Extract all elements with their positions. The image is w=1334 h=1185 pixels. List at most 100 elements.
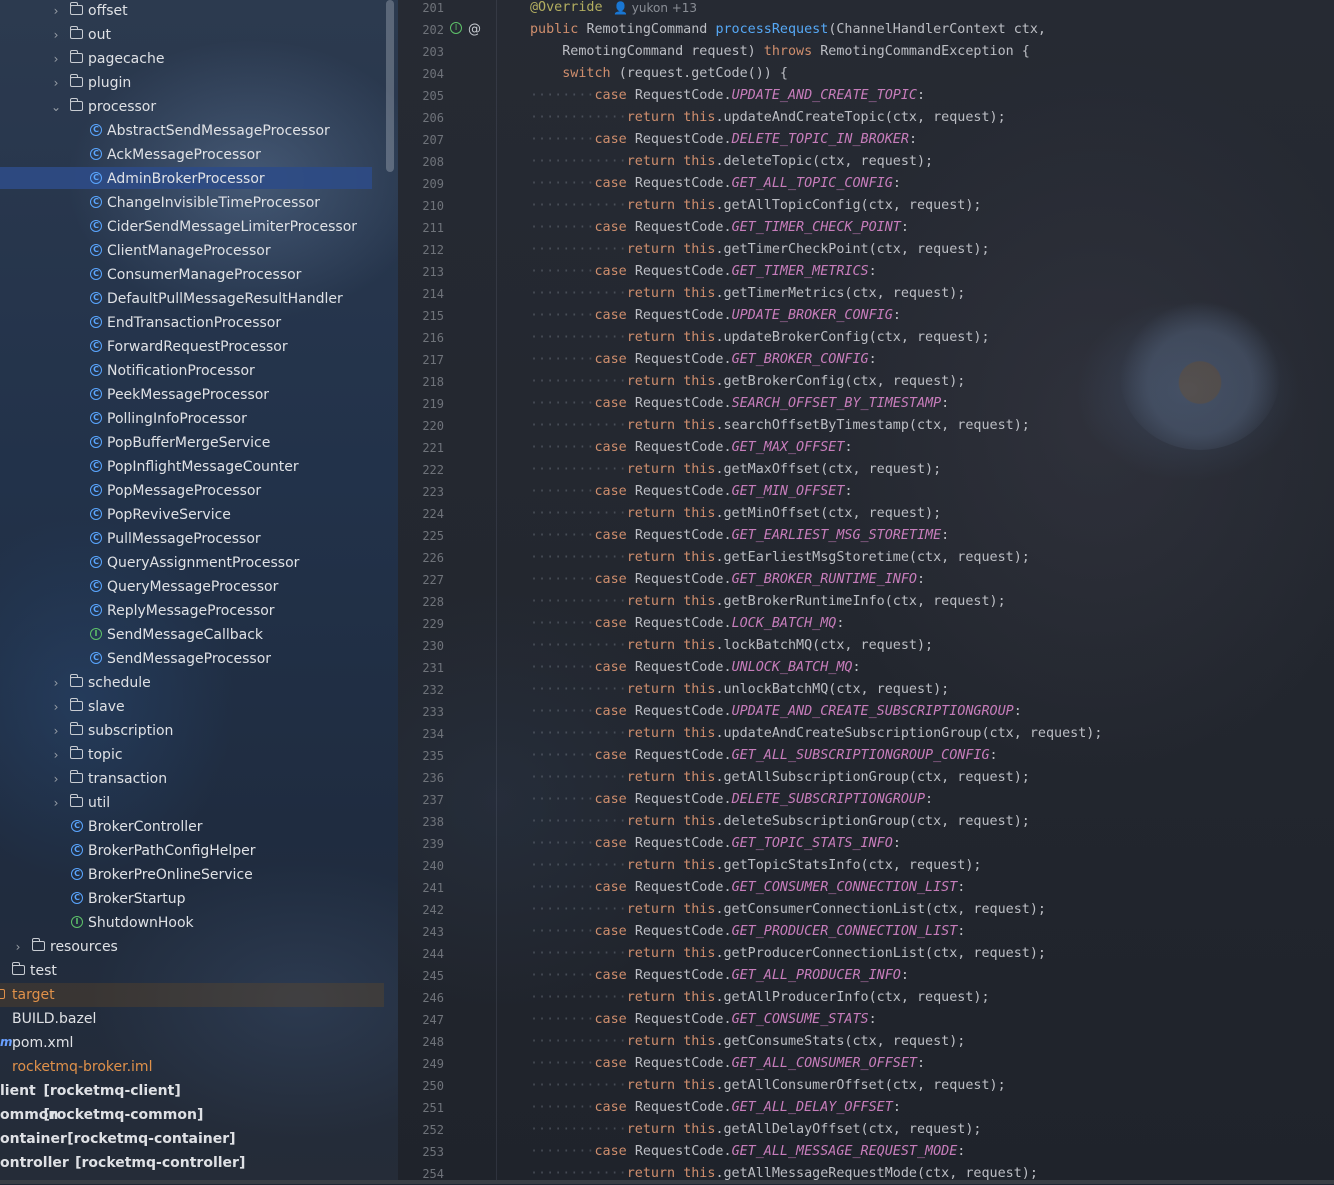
line-number[interactable]: 242	[398, 899, 444, 921]
tree-item-transaction[interactable]: › transaction	[0, 767, 384, 791]
line-number[interactable]: 207	[398, 129, 444, 151]
code-line[interactable]: 219 ········case RequestCode.SEARCH_OFFSE…	[398, 393, 1334, 415]
tree-item-pagecache[interactable]: › pagecache	[0, 47, 384, 71]
code-line[interactable]: 242 ············return this.getConsumerCo…	[398, 899, 1334, 921]
tree-item-consumermanageprocessor[interactable]: C ConsumerManageProcessor	[0, 263, 384, 287]
line-number[interactable]: 226	[398, 547, 444, 569]
line-number[interactable]: 214	[398, 283, 444, 305]
chevron-right-icon[interactable]: ›	[50, 743, 62, 767]
tree-item-popinflightmessagecounter[interactable]: C PopInflightMessageCounter	[0, 455, 384, 479]
implements-method-icon[interactable]: I	[450, 22, 462, 34]
code-line[interactable]: 250 ············return this.getAllConsume…	[398, 1075, 1334, 1097]
tree-item-popbuffermergeservice[interactable]: C PopBufferMergeService	[0, 431, 384, 455]
tree-item-lient[interactable]: lient [rocketmq-client]	[0, 1079, 384, 1103]
tree-item-defaultpullmessageresulthandler[interactable]: C DefaultPullMessageResultHandler	[0, 287, 384, 311]
line-number[interactable]: 251	[398, 1097, 444, 1119]
line-number[interactable]: 204	[398, 63, 444, 85]
tree-item-notificationprocessor[interactable]: C NotificationProcessor	[0, 359, 384, 383]
code-line[interactable]: 227 ········case RequestCode.GET_BROKER_R…	[398, 569, 1334, 591]
tree-item-pom-xml[interactable]: m pom.xml	[0, 1031, 384, 1055]
author-hint[interactable]: 👤 yukon +13	[613, 0, 697, 19]
line-number[interactable]: 247	[398, 1009, 444, 1031]
line-number[interactable]: 216	[398, 327, 444, 349]
line-number[interactable]: 220	[398, 415, 444, 437]
code-line[interactable]: 238 ············return this.deleteSubscri…	[398, 811, 1334, 833]
line-number[interactable]: 244	[398, 943, 444, 965]
line-number[interactable]: 213	[398, 261, 444, 283]
chevron-right-icon[interactable]: ›	[50, 695, 62, 719]
line-number[interactable]: 241	[398, 877, 444, 899]
code-line[interactable]: 243 ········case RequestCode.GET_PRODUCER…	[398, 921, 1334, 943]
tree-item-pullmessageprocessor[interactable]: C PullMessageProcessor	[0, 527, 384, 551]
line-number[interactable]: 211	[398, 217, 444, 239]
code-line[interactable]: 221 ········case RequestCode.GET_MAX_OFFS…	[398, 437, 1334, 459]
tree-item-pollinginfoprocessor[interactable]: C PollingInfoProcessor	[0, 407, 384, 431]
tree-item-adminbrokerprocessor[interactable]: C AdminBrokerProcessor	[0, 167, 384, 191]
line-number[interactable]: 232	[398, 679, 444, 701]
code-line[interactable]: 249 ········case RequestCode.GET_ALL_CONS…	[398, 1053, 1334, 1075]
tree-item-subscription[interactable]: › subscription	[0, 719, 384, 743]
code-line[interactable]: 234 ············return this.updateAndCrea…	[398, 723, 1334, 745]
line-number[interactable]: 227	[398, 569, 444, 591]
line-number[interactable]: 233	[398, 701, 444, 723]
tree-item-abstractsendmessageprocessor[interactable]: C AbstractSendMessageProcessor	[0, 119, 384, 143]
line-number[interactable]: 221	[398, 437, 444, 459]
tree-item-replymessageprocessor[interactable]: C ReplyMessageProcessor	[0, 599, 384, 623]
code-line[interactable]: 212 ············return this.getTimerCheck…	[398, 239, 1334, 261]
line-number[interactable]: 248	[398, 1031, 444, 1053]
line-number[interactable]: 236	[398, 767, 444, 789]
tree-item-util[interactable]: › util	[0, 791, 384, 815]
code-line[interactable]: 208 ············return this.deleteTopic(c…	[398, 151, 1334, 173]
line-number[interactable]: 202	[398, 19, 444, 41]
code-line[interactable]: 224 ············return this.getMinOffset(…	[398, 503, 1334, 525]
tree-item-topic[interactable]: › topic	[0, 743, 384, 767]
tree-item-ackmessageprocessor[interactable]: C AckMessageProcessor	[0, 143, 384, 167]
code-line[interactable]: 253 ········case RequestCode.GET_ALL_MESS…	[398, 1141, 1334, 1163]
line-number[interactable]: 250	[398, 1075, 444, 1097]
chevron-down-icon[interactable]: ⌄	[50, 95, 62, 119]
tree-item-brokercontroller[interactable]: C BrokerController	[0, 815, 384, 839]
tree-item-rocketmq-broker-iml[interactable]: rocketmq-broker.iml	[0, 1055, 384, 1079]
project-tree-scrollbar[interactable]	[386, 0, 394, 172]
tree-item-plugin[interactable]: › plugin	[0, 71, 384, 95]
line-number[interactable]: 252	[398, 1119, 444, 1141]
tree-item-brokerpathconfighelper[interactable]: C BrokerPathConfigHelper	[0, 839, 384, 863]
line-number[interactable]: 237	[398, 789, 444, 811]
line-number[interactable]: 249	[398, 1053, 444, 1075]
tree-item-target[interactable]: target	[0, 983, 384, 1007]
tree-item-processor[interactable]: ⌄ processor	[0, 95, 384, 119]
chevron-right-icon[interactable]: ›	[50, 767, 62, 791]
code-line[interactable]: 241 ········case RequestCode.GET_CONSUMER…	[398, 877, 1334, 899]
code-line[interactable]: 248 ············return this.getConsumeSta…	[398, 1031, 1334, 1053]
line-number[interactable]: 238	[398, 811, 444, 833]
code-line[interactable]: 215 ········case RequestCode.UPDATE_BROKE…	[398, 305, 1334, 327]
tree-item-ommon[interactable]: ommon [rocketmq-common]	[0, 1103, 384, 1127]
code-line[interactable]: 246 ············return this.getAllProduce…	[398, 987, 1334, 1009]
line-number[interactable]: 218	[398, 371, 444, 393]
line-number[interactable]: 243	[398, 921, 444, 943]
chevron-right-icon[interactable]: ›	[50, 791, 62, 815]
line-number[interactable]: 224	[398, 503, 444, 525]
code-editor[interactable]: 201 @Override 👤 yukon +13 202 I @ public Remot…	[398, 0, 1334, 1184]
code-line[interactable]: 213 ········case RequestCode.GET_TIMER_ME…	[398, 261, 1334, 283]
code-line[interactable]: 240 ············return this.getTopicStats…	[398, 855, 1334, 877]
code-line[interactable]: 244 ············return this.getProducerCo…	[398, 943, 1334, 965]
line-number[interactable]: 225	[398, 525, 444, 547]
line-number[interactable]: 253	[398, 1141, 444, 1163]
code-line[interactable]: 214 ············return this.getTimerMetri…	[398, 283, 1334, 305]
code-line[interactable]: 217 ········case RequestCode.GET_BROKER_C…	[398, 349, 1334, 371]
tree-item-schedule[interactable]: › schedule	[0, 671, 384, 695]
line-number[interactable]: 219	[398, 393, 444, 415]
code-line[interactable]: 201 @Override 👤 yukon +13	[398, 0, 1334, 19]
line-number[interactable]: 209	[398, 173, 444, 195]
tree-item-popreviveservice[interactable]: C PopReviveService	[0, 503, 384, 527]
code-line[interactable]: 230 ············return this.lockBatchMQ(c…	[398, 635, 1334, 657]
tree-item-build-bazel[interactable]: BUILD.bazel	[0, 1007, 384, 1031]
line-number[interactable]: 239	[398, 833, 444, 855]
code-line[interactable]: 216 ············return this.updateBrokerC…	[398, 327, 1334, 349]
line-number[interactable]: 231	[398, 657, 444, 679]
chevron-right-icon[interactable]: ›	[50, 23, 62, 47]
line-number[interactable]: 212	[398, 239, 444, 261]
code-line[interactable]: 231 ········case RequestCode.UNLOCK_BATCH…	[398, 657, 1334, 679]
line-number[interactable]: 208	[398, 151, 444, 173]
